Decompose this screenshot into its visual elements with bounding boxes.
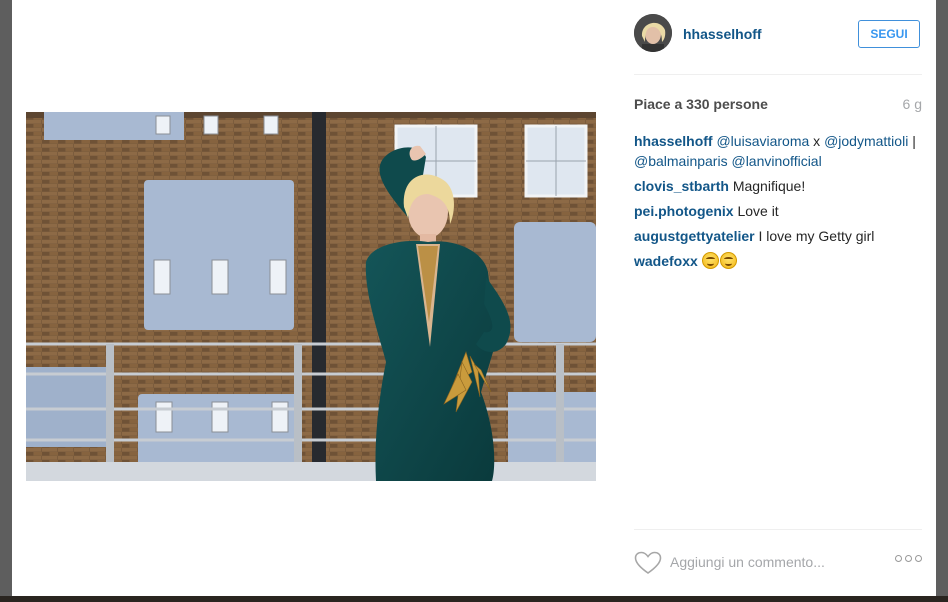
divider bbox=[634, 74, 922, 75]
dot bbox=[915, 555, 922, 562]
divider bbox=[634, 529, 922, 530]
comment-input[interactable] bbox=[670, 551, 870, 573]
likes-count[interactable]: Piace a 330 persone bbox=[634, 96, 768, 112]
backdrop-left bbox=[0, 0, 12, 602]
comment-item: wadefoxx bbox=[634, 251, 924, 271]
post-sidepanel: hhasselhoff SEGUI Piace a 330 persone 6 … bbox=[634, 0, 922, 596]
more-options-icon[interactable] bbox=[895, 555, 922, 562]
mention-link[interactable]: @luisaviaroma bbox=[716, 133, 809, 149]
photo-illustration bbox=[26, 112, 596, 481]
post-age[interactable]: 6 g bbox=[903, 96, 922, 112]
comment-author-link[interactable]: clovis_stbarth bbox=[634, 178, 729, 194]
smiling-face-emoji bbox=[701, 252, 719, 269]
mention-link[interactable]: @balmainparis bbox=[634, 153, 728, 169]
post-modal: hhasselhoff SEGUI Piace a 330 persone 6 … bbox=[12, 0, 936, 596]
heart-outline-icon[interactable] bbox=[634, 551, 662, 575]
avatar[interactable] bbox=[634, 14, 672, 52]
comment-bar bbox=[634, 545, 922, 581]
follow-button[interactable]: SEGUI bbox=[858, 20, 920, 48]
comment-text: Magnifique! bbox=[728, 178, 806, 194]
avatar-image bbox=[634, 14, 672, 52]
backdrop-right bbox=[936, 0, 948, 602]
comment-author-link[interactable]: augustgettyatelier bbox=[634, 228, 755, 244]
mention-link[interactable]: @lanvinofficial bbox=[731, 153, 821, 169]
comment-author-link[interactable]: wadefoxx bbox=[634, 253, 698, 269]
comment-text: I love my Getty girl bbox=[754, 228, 875, 244]
post-photo[interactable] bbox=[26, 112, 596, 481]
dot bbox=[905, 555, 912, 562]
comment-item: augustgettyatelier I love my Getty girl bbox=[634, 226, 924, 246]
dot bbox=[895, 555, 902, 562]
comment-author-link[interactable]: hhasselhoff bbox=[634, 133, 713, 149]
smiling-face-emoji bbox=[719, 252, 737, 269]
comment-item: pei.photogenix Love it bbox=[634, 201, 924, 221]
comment-item: clovis_stbarth Magnifique! bbox=[634, 176, 924, 196]
mention-link[interactable]: @jodymattioli bbox=[824, 133, 908, 149]
post-header: hhasselhoff SEGUI bbox=[634, 14, 922, 54]
comment-text: | bbox=[908, 133, 916, 149]
comment-text: Love it bbox=[733, 203, 779, 219]
comment-author-link[interactable]: pei.photogenix bbox=[634, 203, 734, 219]
backdrop-bottom bbox=[0, 596, 948, 602]
comments-list: hhasselhoff @luisaviaroma x @jodymattiol… bbox=[634, 131, 924, 276]
comment-text: x bbox=[809, 133, 825, 149]
comment-item: hhasselhoff @luisaviaroma x @jodymattiol… bbox=[634, 131, 924, 171]
username-link[interactable]: hhasselhoff bbox=[683, 26, 762, 42]
